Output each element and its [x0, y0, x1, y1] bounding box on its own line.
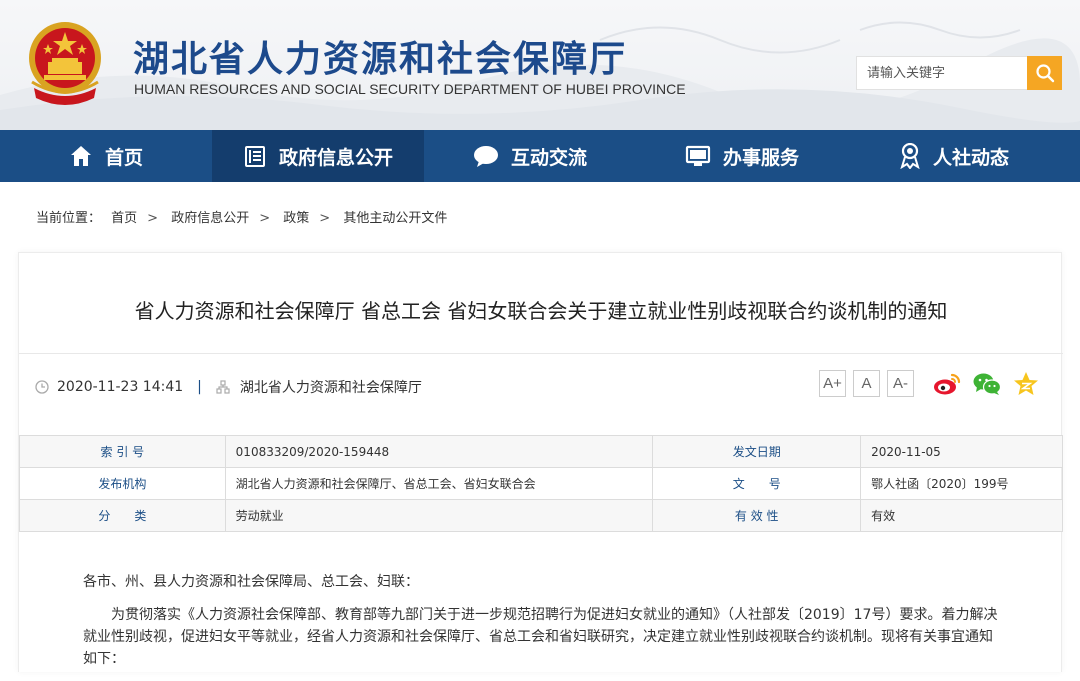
info-label: 分 类 [19, 499, 226, 532]
article-tools: A+ A A- [819, 370, 1039, 397]
table-row: 发布机构 湖北省人力资源和社会保障厅、省总工会、省妇女联合会 文 号 鄂人社函〔… [19, 467, 1063, 500]
document-list-icon [244, 146, 265, 167]
info-value: 010833209/2020-159448 [224, 435, 654, 468]
article-title: 省人力资源和社会保障厅 省总工会 省妇女联合会关于建立就业性别歧视联合约谈机制的… [134, 299, 948, 323]
breadcrumb-item-policy[interactable]: 政策 [283, 211, 309, 226]
info-value: 湖北省人力资源和社会保障厅、省总工会、省妇女联合会 [224, 467, 654, 500]
breadcrumb-separator: > [147, 211, 159, 226]
clock-icon [35, 380, 49, 394]
meta-separator: | [197, 379, 202, 395]
info-value: 鄂人社函〔2020〕199号 [860, 467, 1063, 500]
site-subtitle: HUMAN RESOURCES AND SOCIAL SECURITY DEPA… [134, 81, 686, 97]
table-row: 索 引 号 010833209/2020-159448 发文日期 2020-11… [19, 435, 1063, 468]
nav-label: 政府信息公开 [278, 146, 393, 169]
search-button[interactable] [1027, 56, 1062, 90]
award-icon [900, 143, 920, 169]
info-value: 劳动就业 [224, 499, 654, 532]
document-info-table: 索 引 号 010833209/2020-159448 发文日期 2020-11… [19, 435, 1063, 532]
weibo-icon[interactable] [933, 372, 961, 396]
search-input[interactable] [856, 56, 1027, 90]
site-title: 湖北省人力资源和社会保障厅 [133, 38, 628, 80]
article-meta: 2020-11-23 14:41 | 湖北省人力资源和社会保障厅 [35, 377, 422, 397]
nav-item-interaction[interactable]: 互动交流 [424, 130, 636, 182]
search-icon [1035, 64, 1054, 83]
nav-item-gov-info[interactable]: 政府信息公开 [212, 130, 424, 182]
info-value: 有效 [860, 499, 1063, 532]
body-paragraph: 为贯彻落实《人力资源社会保障部、教育部等九部门关于进一步规范招聘行为促进妇女就业… [83, 607, 998, 667]
home-icon [70, 146, 91, 166]
article-card: 省人力资源和社会保障厅 省总工会 省妇女联合会关于建立就业性别歧视联合约谈机制的… [18, 252, 1063, 672]
breadcrumb-separator: > [319, 211, 331, 226]
info-label: 发文日期 [652, 435, 862, 468]
breadcrumb-item-home[interactable]: 首页 [111, 211, 137, 226]
title-divider [19, 353, 1063, 354]
nav-label: 互动交流 [510, 146, 587, 169]
breadcrumb-prefix: 当前位置： [36, 211, 102, 226]
breadcrumb-separator: > [259, 211, 271, 226]
chat-bubble-icon [473, 146, 498, 167]
nav-label: 首页 [104, 146, 143, 169]
nav-label: 办事服务 [722, 146, 799, 169]
breadcrumb-item-gov-info[interactable]: 政府信息公开 [171, 211, 249, 226]
nav-label: 人社动态 [932, 146, 1009, 169]
info-label: 文 号 [652, 467, 862, 500]
article-body: 各市、州、县人力资源和社会保障局、总工会、妇联： 为贯彻落实《人力资源社会保障部… [83, 571, 1003, 681]
site-header: 湖北省人力资源和社会保障厅 HUMAN RESOURCES AND SOCIAL… [0, 0, 1080, 130]
nav-item-services[interactable]: 办事服务 [636, 130, 848, 182]
table-row: 分 类 劳动就业 有 效 性 有效 [19, 499, 1063, 532]
nav-item-home[interactable]: 首页 [0, 130, 212, 182]
publish-datetime: 2020-11-23 14:41 [57, 379, 184, 395]
qzone-icon[interactable] [1013, 371, 1039, 397]
info-label: 发布机构 [19, 467, 226, 500]
monitor-icon [685, 145, 711, 166]
font-increase-button[interactable]: A+ [819, 370, 846, 397]
organization-icon [216, 380, 230, 394]
breadcrumb-item-other-files[interactable]: 其他主动公开文件 [343, 211, 447, 226]
info-label: 有 效 性 [652, 499, 862, 532]
search-box [856, 56, 1062, 90]
main-nav: 首页 政府信息公开 互动交流 办事服务 人社动态 [0, 130, 1080, 182]
info-value: 2020-11-05 [860, 435, 1063, 468]
publish-source: 湖北省人力资源和社会保障厅 [239, 380, 422, 396]
font-decrease-button[interactable]: A- [887, 370, 914, 397]
info-label: 索 引 号 [19, 435, 226, 468]
national-emblem-icon [29, 22, 101, 105]
salutation: 各市、州、县人力资源和社会保障局、总工会、妇联： [83, 574, 419, 590]
wechat-icon[interactable] [973, 372, 1001, 396]
font-default-button[interactable]: A [853, 370, 880, 397]
share-buttons [933, 371, 1039, 397]
breadcrumb: 当前位置： 首页 > 政府信息公开 > 政策 > 其他主动公开文件 [36, 207, 453, 226]
nav-item-news[interactable]: 人社动态 [848, 130, 1060, 182]
